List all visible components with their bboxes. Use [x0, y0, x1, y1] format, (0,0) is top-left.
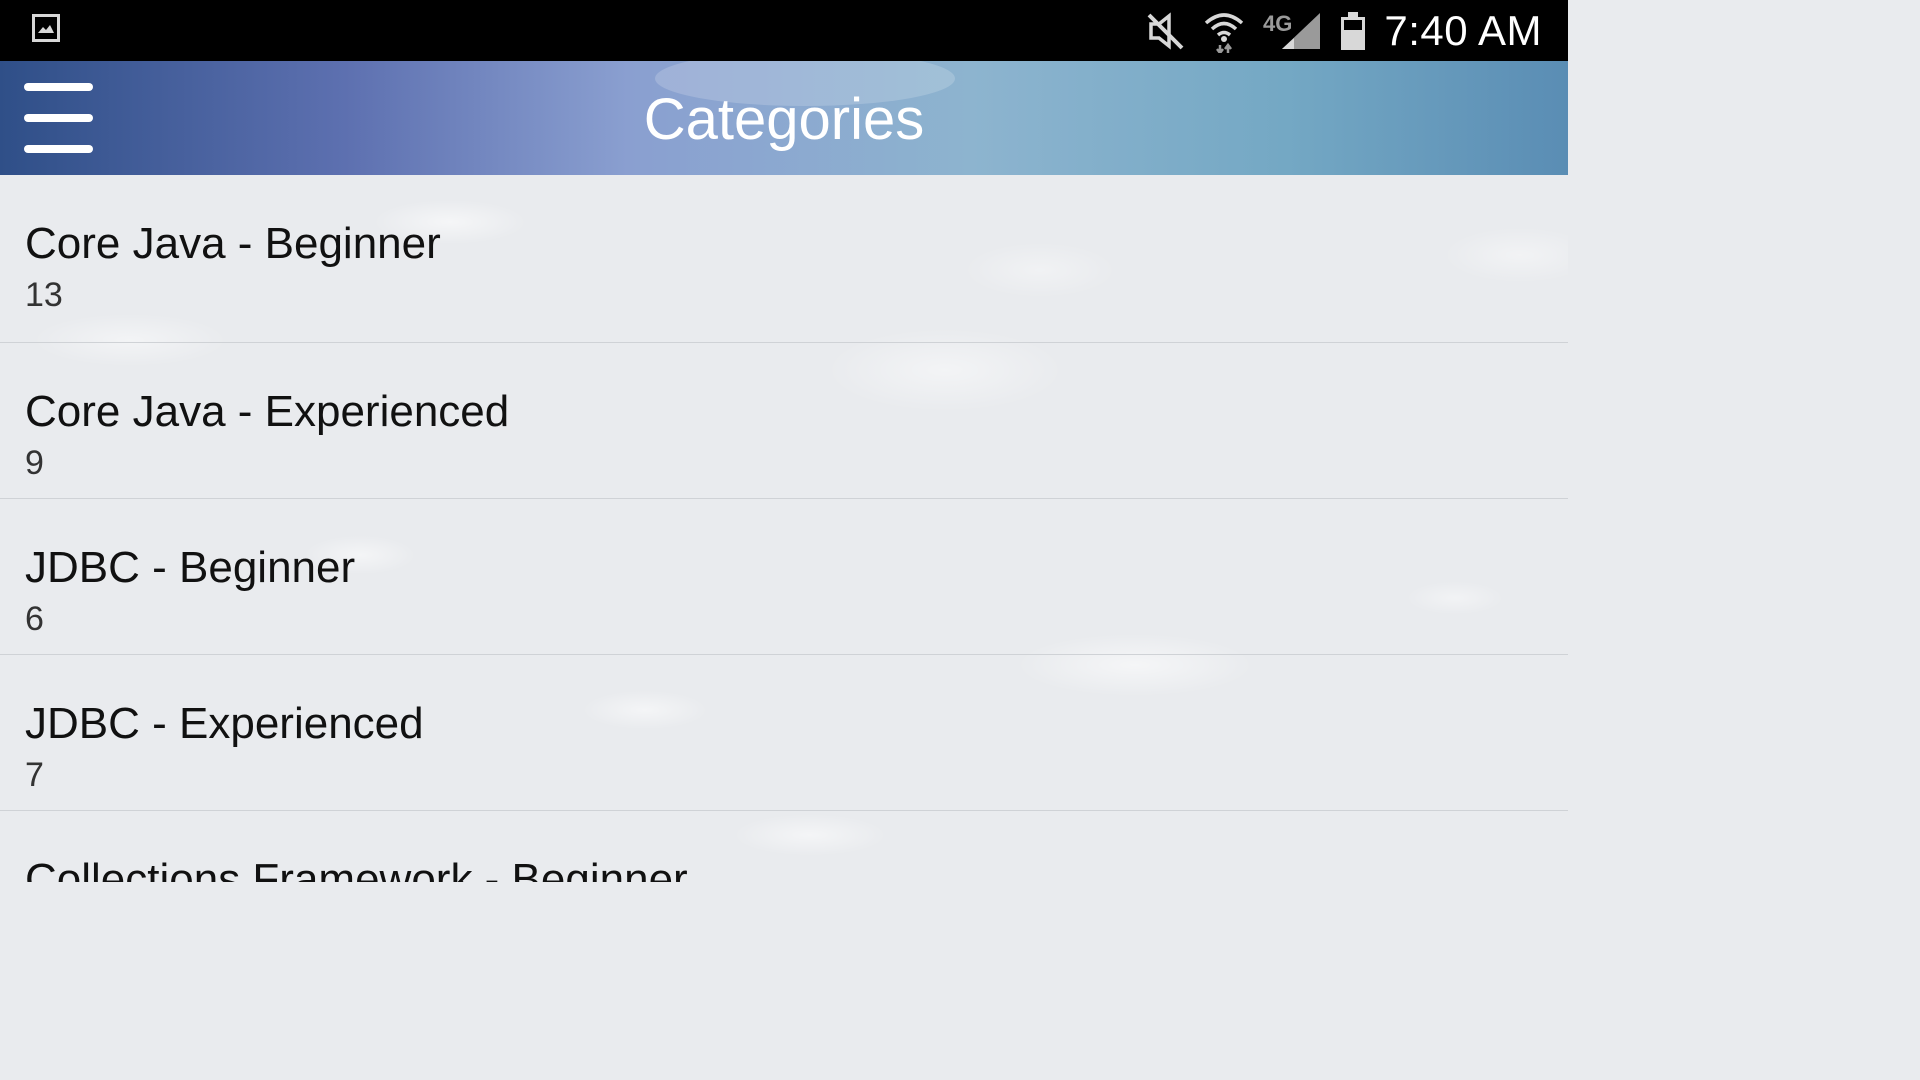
status-bar: 4G 7:40 AM [0, 0, 1568, 61]
wifi-icon [1203, 9, 1245, 53]
battery-icon [1340, 11, 1366, 51]
screen: 4G 7:40 AM Categories Core Java - Beginn… [0, 0, 1568, 882]
status-icons: 4G 7:40 AM [1145, 0, 1542, 61]
category-title: Collections Framework - Beginner [25, 855, 688, 882]
category-title: JDBC - Experienced [25, 699, 424, 748]
hamburger-menu-icon[interactable] [24, 81, 96, 155]
category-count: 6 [25, 600, 44, 638]
category-item-core-java-experienced[interactable]: Core Java - Experienced 9 [0, 343, 1568, 499]
category-title: Core Java - Experienced [25, 387, 510, 436]
mute-icon [1145, 11, 1185, 50]
category-count: 7 [25, 756, 44, 794]
category-list: Core Java - Beginner 13 Core Java - Expe… [0, 175, 1568, 882]
menu-bar-bottom [24, 145, 93, 153]
menu-bar-middle [24, 114, 93, 122]
category-count: 9 [25, 444, 44, 482]
category-item-jdbc-experienced[interactable]: JDBC - Experienced 7 [0, 655, 1568, 811]
page-title: Categories [643, 87, 925, 152]
menu-bar-top [24, 83, 93, 91]
category-item-collections-framework-beginner[interactable]: Collections Framework - Beginner [0, 811, 1568, 882]
category-item-jdbc-beginner[interactable]: JDBC - Beginner 6 [0, 499, 1568, 655]
app-bar: Categories [0, 61, 1568, 175]
signal-icon [1280, 11, 1322, 51]
category-count: 13 [25, 276, 63, 314]
image-icon [32, 14, 60, 42]
category-title: Core Java - Beginner [25, 219, 441, 268]
category-title: JDBC - Beginner [25, 543, 356, 592]
status-time: 7:40 AM [1384, 6, 1542, 54]
category-item-core-java-beginner[interactable]: Core Java - Beginner 13 [0, 175, 1568, 343]
